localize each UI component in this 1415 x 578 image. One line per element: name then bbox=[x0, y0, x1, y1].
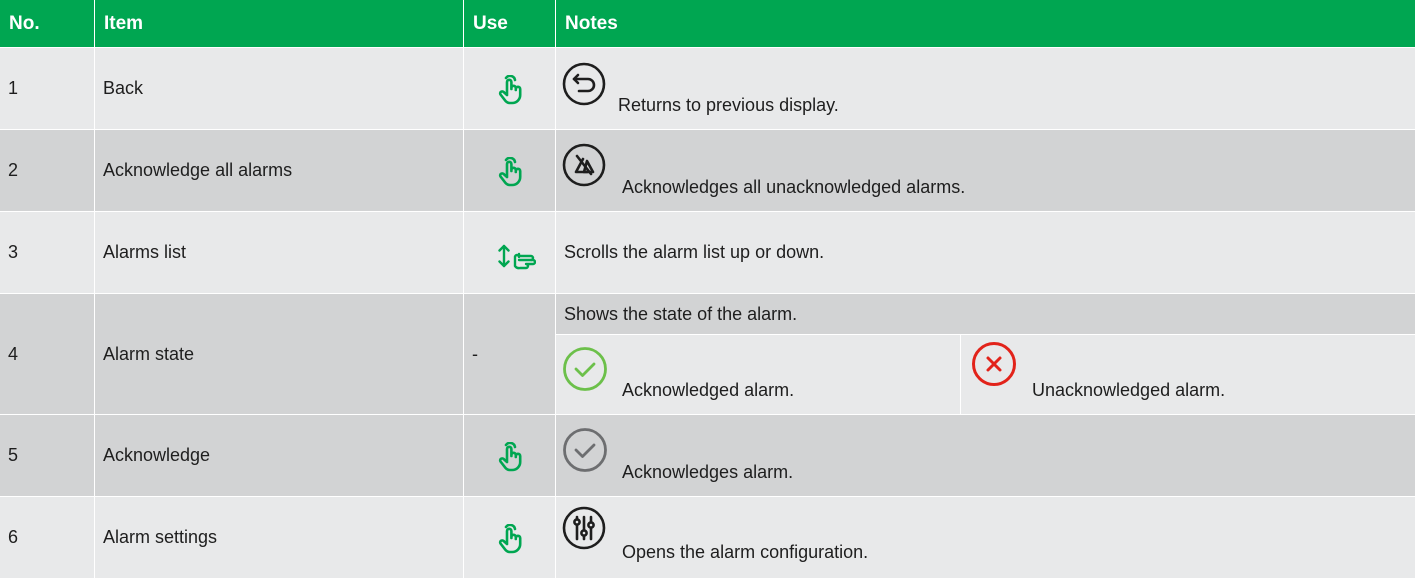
tap-hand-icon bbox=[498, 442, 522, 472]
row-notes: Shows the state of the alarm. bbox=[556, 294, 1415, 334]
row-item: Acknowledge bbox=[95, 415, 463, 496]
row-item: Alarm state bbox=[95, 294, 463, 414]
row-notes bbox=[556, 48, 1415, 129]
tap-hand-icon bbox=[498, 157, 522, 187]
state-unacknowledged-label: Unacknowledged alarm. bbox=[1032, 380, 1226, 400]
scroll-hand-icon bbox=[498, 244, 536, 270]
help-table: No. Item Use Notes 1 Back 2 Acknowledge … bbox=[0, 0, 1415, 578]
row-number: 5 bbox=[0, 415, 94, 496]
row-number: 2 bbox=[0, 130, 94, 211]
row-item: Acknowledge all alarms bbox=[95, 130, 463, 211]
state-acknowledged-cell bbox=[556, 335, 960, 414]
row-use: - bbox=[464, 294, 555, 414]
header-item: Item bbox=[95, 0, 463, 47]
row-notes bbox=[556, 497, 1415, 578]
red-x-icon bbox=[972, 342, 1016, 386]
note-text: Opens the alarm configuration. bbox=[622, 542, 869, 562]
row-item: Alarm settings bbox=[95, 497, 463, 578]
state-acknowledged-label: Acknowledged alarm. bbox=[622, 380, 795, 400]
note-text: Acknowledges all unacknowledged alarms. bbox=[622, 177, 966, 197]
row-notes bbox=[556, 130, 1415, 211]
row-notes: Scrolls the alarm list up or down. bbox=[556, 212, 1415, 293]
row-item: Alarms list bbox=[95, 212, 463, 293]
green-check-icon bbox=[563, 347, 607, 391]
header-use: Use bbox=[464, 0, 555, 47]
row-number: 3 bbox=[0, 212, 94, 293]
row-number: 6 bbox=[0, 497, 94, 578]
row-number: 4 bbox=[0, 294, 94, 414]
header-notes: Notes bbox=[556, 0, 1415, 47]
note-text: Acknowledges alarm. bbox=[622, 462, 794, 482]
header-no: No. bbox=[0, 0, 94, 47]
row-number: 1 bbox=[0, 48, 94, 129]
row-notes bbox=[556, 415, 1415, 496]
row-item: Back bbox=[95, 48, 463, 129]
grey-check-icon bbox=[563, 428, 607, 472]
tap-hand-icon bbox=[498, 524, 522, 554]
note-text: Returns to previous display. bbox=[618, 95, 839, 115]
back-arrow-icon bbox=[562, 62, 606, 106]
tap-hand-icon bbox=[498, 75, 522, 105]
settings-sliders-icon bbox=[562, 506, 606, 550]
state-unacknowledged-cell bbox=[961, 335, 1415, 414]
acknowledge-all-icon bbox=[562, 143, 606, 187]
